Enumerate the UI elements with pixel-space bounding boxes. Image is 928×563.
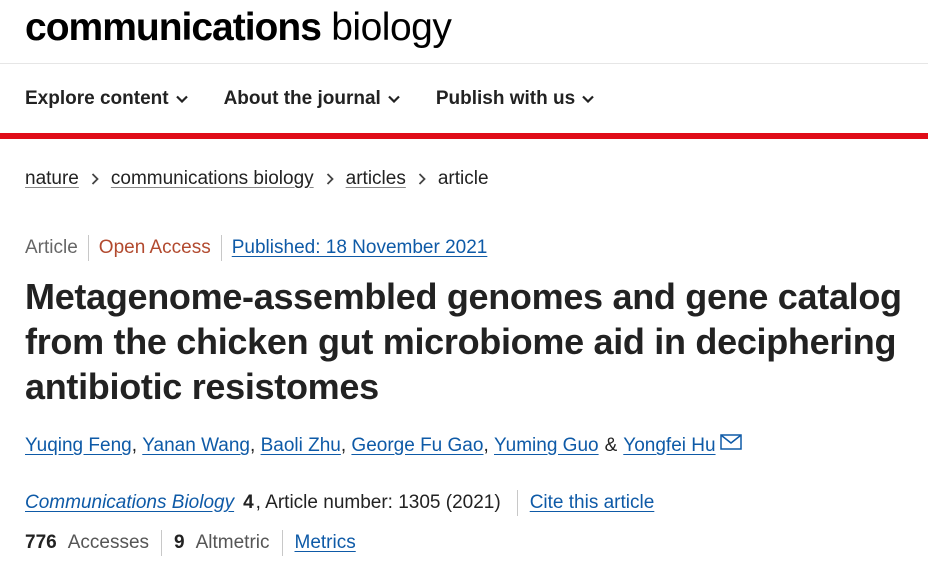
author-link-corresponding[interactable]: Yongfei Hu	[623, 435, 715, 457]
author-separator: ,	[250, 435, 261, 456]
divider	[516, 490, 518, 516]
chevron-down-icon	[582, 95, 594, 103]
article-type: Article	[25, 237, 78, 258]
chevron-right-icon	[418, 173, 426, 185]
nav-label: About the journal	[223, 88, 381, 109]
journal-name-link[interactable]: Communications Biology	[25, 492, 234, 514]
nav-label: Publish with us	[435, 88, 576, 109]
metrics-link[interactable]: Metrics	[295, 532, 356, 554]
author-link[interactable]: Yuming Guo	[494, 435, 599, 457]
author-separator: ,	[483, 435, 495, 456]
author-link[interactable]: George Fu Gao	[351, 435, 483, 457]
logo-bold-text: communications	[25, 6, 322, 49]
author-link[interactable]: Yanan Wang	[142, 435, 250, 457]
article-meta: Article Open Access Published: 18 Novemb…	[25, 234, 497, 262]
breadcrumb-current: article	[437, 168, 489, 189]
nav-explore-content[interactable]: Explore content	[25, 88, 188, 110]
published-date-link[interactable]: Published: 18 November 2021	[232, 237, 488, 258]
chevron-down-icon	[388, 95, 400, 103]
cite-this-article-link[interactable]: Cite this article	[530, 492, 655, 514]
open-access-badge: Open Access	[87, 235, 221, 261]
divider	[281, 530, 283, 556]
article-title: Metagenome-assembled genomes and gene ca…	[25, 276, 902, 407]
citation-line: Communications Biology 4 , Article numbe…	[25, 489, 654, 517]
author-list: Yuqing Feng, Yanan Wang, Baoli Zhu, Geor…	[25, 432, 742, 460]
divider	[161, 530, 163, 556]
site-header: communications biology	[0, 0, 928, 64]
nav-about-journal[interactable]: About the journal	[224, 88, 400, 110]
main-nav: Explore content About the journal Publis…	[0, 65, 928, 133]
article-metrics: 776 Accesses 9 Altmetric Metrics	[25, 529, 356, 557]
chevron-right-icon	[91, 173, 99, 185]
nav-publish-with-us[interactable]: Publish with us	[436, 88, 594, 110]
author-link[interactable]: Baoli Zhu	[261, 435, 341, 457]
journal-logo[interactable]: communications biology	[25, 4, 452, 52]
breadcrumb-articles[interactable]: articles	[346, 168, 406, 190]
chevron-right-icon	[326, 173, 334, 185]
accesses-count: 776	[25, 532, 57, 553]
chevron-down-icon	[175, 95, 188, 103]
accesses-label: Accesses	[67, 532, 150, 553]
article-number: , Article number: 1305 (2021)	[255, 492, 501, 513]
logo-light-text: biology	[331, 6, 452, 49]
altmetric-label: Altmetric	[195, 532, 270, 553]
nav-label: Explore content	[25, 88, 169, 109]
altmetric-count: 9	[174, 532, 185, 553]
breadcrumb-nature[interactable]: nature	[25, 168, 79, 190]
author-separator: ,	[340, 435, 352, 456]
author-ampersand: &	[604, 435, 618, 456]
volume-number: 4	[243, 492, 254, 513]
author-separator: ,	[131, 435, 143, 456]
breadcrumb: nature communications biology articles a…	[25, 165, 489, 193]
mail-icon[interactable]	[719, 434, 742, 450]
author-link[interactable]: Yuqing Feng	[25, 435, 132, 457]
accent-bar	[0, 133, 928, 139]
breadcrumb-communications-biology[interactable]: communications biology	[111, 168, 314, 190]
